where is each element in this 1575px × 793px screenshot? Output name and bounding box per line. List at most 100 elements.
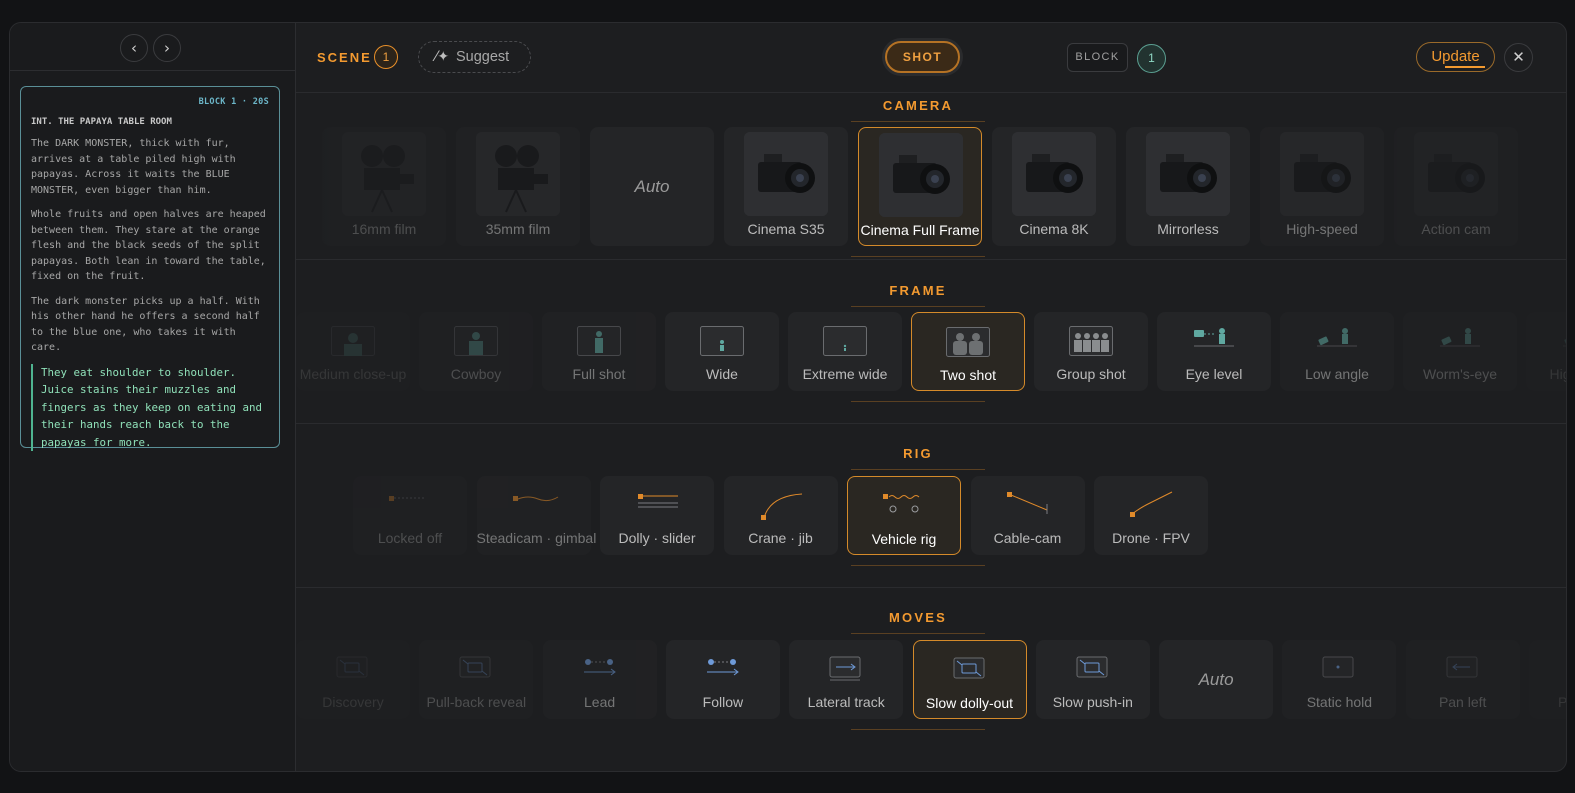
rig-option-label: Locked off: [377, 530, 443, 546]
rig-option-label: Vehicle rig: [871, 531, 937, 547]
moves-option-label: Slow push-in: [1052, 694, 1133, 710]
rig-option-label: Cable-cam: [993, 530, 1062, 546]
close-icon[interactable]: ✕: [1504, 43, 1533, 72]
block-button[interactable]: BLOCK: [1067, 43, 1128, 72]
moves-option-pull-back-reveal[interactable]: Pull-back reveal: [419, 640, 534, 719]
camera-move-icon: [1529, 656, 1566, 685]
frame-option-full-shot[interactable]: Full shot: [542, 312, 656, 391]
camera-option-16mm-film[interactable]: 16mm film: [322, 127, 446, 246]
frame-option-two-shot[interactable]: Two shot: [911, 312, 1025, 391]
moves-option-label: Static hold: [1306, 694, 1373, 710]
camera-icon: [1414, 132, 1498, 216]
script-nav: ‹ ›: [10, 23, 295, 71]
update-button[interactable]: Update: [1416, 42, 1495, 72]
moves-option-label: Lead: [584, 694, 616, 710]
rig-path-icon: [971, 490, 1085, 521]
framing-icon: [665, 326, 779, 361]
frame-option-label: High angle: [1549, 366, 1566, 382]
camera-icon: [744, 132, 828, 216]
camera-option-label: Action cam: [1421, 221, 1491, 237]
highlighted-paragraph: They eat shoulder to shoulder. Juice sta…: [31, 363, 269, 451]
camera-option-label: Auto: [634, 176, 670, 196]
rig-option-drone-fpv[interactable]: Drone · FPV: [1094, 476, 1208, 555]
camera-move-icon: [789, 656, 903, 687]
camera-option-auto[interactable]: Auto: [590, 127, 714, 246]
moves-option-label: Auto: [1198, 669, 1234, 689]
rig-option-locked-off[interactable]: Locked off: [353, 476, 467, 555]
camera-option-action-cam[interactable]: Action cam: [1394, 127, 1518, 246]
frame-option-high-angle[interactable]: High angle: [1526, 312, 1566, 391]
frame-option-label: Two shot: [939, 367, 997, 383]
frame-option-label: Full shot: [572, 366, 626, 382]
camera-move-icon: [1406, 656, 1520, 685]
moves-option-label: Slow dolly-out: [925, 695, 1014, 711]
suggest-button[interactable]: ⁄✦ Suggest: [418, 41, 531, 73]
frame-option-label: Eye level: [1185, 366, 1243, 382]
framing-icon: [542, 326, 656, 361]
camera-option-cinema-full-frame[interactable]: Cinema Full Frame: [858, 127, 982, 246]
rig-path-icon: [724, 490, 838, 527]
moves-option-static-hold[interactable]: Static hold: [1282, 640, 1397, 719]
chevron-left-icon[interactable]: ‹: [120, 34, 148, 62]
frame-option-wide[interactable]: Wide: [665, 312, 779, 391]
moves-option-lateral-track[interactable]: Lateral track: [789, 640, 904, 719]
framing-icon: [912, 327, 1024, 362]
moves-option-label: Follow: [702, 694, 744, 710]
camera-section: CAMERA 16mm film 35mm film Auto Cinema S35 C…: [296, 93, 1566, 260]
scene-label: SCENE: [317, 50, 372, 65]
frame-option-label: Medium close-up: [299, 366, 407, 382]
moves-option-pan-right[interactable]: Pan right: [1529, 640, 1566, 719]
moves-option-pan-left[interactable]: Pan left: [1405, 640, 1520, 719]
moves-option-discovery[interactable]: Discovery: [296, 640, 410, 719]
moves-option-slow-push-in[interactable]: Slow push-in: [1035, 640, 1150, 719]
frame-option-worm-s-eye[interactable]: Worm's-eye: [1403, 312, 1517, 391]
framing-icon: [1034, 326, 1148, 361]
camera-angle-icon: [1526, 326, 1566, 355]
frame-option-cowboy[interactable]: Cowboy: [419, 312, 533, 391]
rig-option-steadicam-gimbal[interactable]: Steadicam · gimbal: [476, 476, 596, 555]
script-block-card[interactable]: BLOCK 1 · 20S INT. THE PAPAYA TABLE ROOM…: [20, 86, 280, 451]
camera-icon: [1146, 132, 1230, 216]
moves-option-follow[interactable]: Follow: [665, 640, 780, 719]
frame-option-label: Cowboy: [450, 366, 502, 382]
rig-option-vehicle-rig[interactable]: Vehicle rig: [847, 476, 961, 555]
frame-option-medium-close-up[interactable]: Medium close-up: [296, 312, 410, 391]
chevron-right-icon[interactable]: ›: [153, 34, 181, 62]
camera-option-cinema-s35[interactable]: Cinema S35: [724, 127, 848, 246]
camera-icon: [1012, 132, 1096, 216]
rig-selection-line: [851, 565, 985, 566]
camera-option-cinema-8k[interactable]: Cinema 8K: [992, 127, 1116, 246]
script-paragraph: The DARK MONSTER, thick with fur, arrive…: [31, 138, 236, 196]
rig-option-cable-cam[interactable]: Cable-cam: [970, 476, 1085, 555]
camera-option-high-speed[interactable]: High-speed: [1260, 127, 1384, 246]
camera-option-label: Cinema 8K: [1019, 221, 1089, 237]
camera-selection-line: [851, 256, 985, 257]
moves-option-slow-dolly-out[interactable]: Slow dolly-out: [912, 640, 1027, 719]
rig-title: RIG: [851, 446, 985, 470]
frame-option-eye-level[interactable]: Eye level: [1157, 312, 1271, 391]
rig-option-crane-jib[interactable]: Crane · jib: [723, 476, 838, 555]
camera-option-mirrorless[interactable]: Mirrorless: [1126, 127, 1250, 246]
frame-option-extreme-wide[interactable]: Extreme wide: [788, 312, 902, 391]
frame-option-group-shot[interactable]: Group shot: [1034, 312, 1148, 391]
update-underline: [1445, 66, 1485, 68]
moves-option-label: Discovery: [322, 694, 384, 710]
camera-icon: [879, 133, 963, 217]
moves-option-auto[interactable]: Auto: [1159, 640, 1274, 719]
scene-number-badge[interactable]: 1: [374, 45, 398, 69]
moves-option-lead[interactable]: Lead: [542, 640, 657, 719]
shot-editor-window: ‹ › BLOCK 1 · 20S INT. THE PAPAYA TABLE …: [9, 22, 1567, 772]
frame-option-label: Low angle: [1305, 366, 1369, 382]
camera-angle-icon: [1280, 326, 1394, 355]
camera-option-35mm-film[interactable]: 35mm film: [456, 127, 580, 246]
rig-option-dolly-slider[interactable]: Dolly · slider: [600, 476, 714, 555]
shot-button[interactable]: SHOT: [885, 41, 960, 73]
scene-heading: INT. THE PAPAYA TABLE ROOM: [31, 117, 172, 127]
block-number-badge[interactable]: 1: [1137, 44, 1166, 73]
camera-move-icon: [543, 656, 657, 685]
camera-option-label: High-speed: [1286, 221, 1358, 237]
camera-angle-icon: [1403, 326, 1517, 355]
camera-move-icon: [296, 656, 410, 685]
frame-option-low-angle[interactable]: Low angle: [1280, 312, 1394, 391]
moves-option-label: Pan left: [1438, 694, 1487, 710]
